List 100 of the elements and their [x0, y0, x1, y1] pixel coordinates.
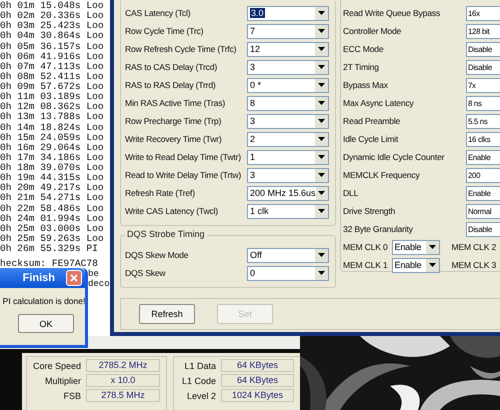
info-value: x 10.0 [86, 374, 160, 387]
caret-icon [318, 191, 326, 195]
setting-label: Row Refresh Cycle Time (Trfc) [125, 44, 238, 54]
caret-icon [318, 47, 325, 51]
setting-label: Refresh Rate (Tref) [125, 188, 196, 198]
info-value: 64 KBytes [221, 359, 294, 372]
setting-label: Row Cycle Time (Trc) [125, 26, 204, 36]
dropdown[interactable]: 0 [247, 266, 329, 280]
setting-label: Read Write Queue Bypass [343, 8, 441, 18]
dialog-message: PI calculation is done! [2, 296, 86, 306]
info-label: L1 Data [183, 360, 216, 370]
caret-icon [318, 101, 325, 105]
info-value: 1024 KBytes [221, 389, 294, 402]
dropdown[interactable]: 1 clk [247, 204, 329, 218]
console-line: hecksum: FE97AC78 [0, 259, 98, 270]
caret-icon [318, 137, 325, 141]
console-line: 0h 17m 34.186s Loo [0, 152, 104, 163]
console-line: 0h 04m 30.864s Loo [0, 31, 104, 42]
console-line: 0h 20m 49.217s Loo [0, 183, 104, 194]
setting-label: 32 Byte Granularity [343, 224, 414, 234]
caret-icon [318, 29, 325, 33]
console-line: 0h 11m 03.189s Loo [0, 92, 104, 102]
dropdown[interactable]: 200 MHz 15.6us [247, 186, 329, 200]
dropdown[interactable]: Off [247, 248, 329, 262]
caret-icon [318, 119, 325, 123]
console-line: 0h 12m 08.362s Loo [0, 102, 104, 112]
console-line: deco [88, 279, 110, 290]
setting-label: Read Preamble [343, 116, 402, 126]
dropdown[interactable]: Enable [392, 240, 440, 254]
setting-label: MEM CLK 0 [343, 242, 388, 252]
console-line: 0h 13m 13.788s Loo [0, 112, 104, 122]
setting-label: DLL [343, 188, 360, 198]
setting-label: Idle Cycle Limit [343, 134, 400, 144]
setting-label: MEM CLK 3 [452, 260, 496, 270]
info-value: 278.5 MHz [86, 389, 160, 402]
setting-label: CAS Latency (Tcl) [125, 8, 192, 18]
setting-label: RAS to RAS Delay (Trrd) [125, 80, 217, 90]
dropdown[interactable]: 3 [247, 168, 329, 182]
setting-label: Controller Mode [343, 26, 402, 36]
refresh-button[interactable]: Refresh [139, 304, 195, 324]
caret-icon [318, 83, 325, 87]
caret-icon [318, 271, 325, 275]
dropdown[interactable]: 0 * [247, 78, 329, 92]
caret-icon [318, 65, 325, 69]
console-line: 0h 14m 18.824s Loo [0, 122, 104, 133]
caret-icon [318, 209, 325, 213]
close-icon [70, 274, 78, 282]
setting-label: Bypass Max [343, 80, 389, 90]
console-line: 0h 19m 44.315s Loo [0, 173, 104, 184]
setting-label: Max Async Latency [343, 98, 415, 108]
info-label: FSB [62, 390, 81, 400]
console-line: 0h 18m 39.070s Loo [0, 163, 104, 173]
dropdown[interactable]: 1 [247, 150, 329, 164]
caret-icon [318, 253, 325, 257]
setting-label: MEM CLK 2 [452, 242, 496, 252]
setting-label: MEMCLK Frequency [343, 170, 421, 180]
info-value: 64 KBytes [221, 374, 294, 387]
caret-icon [428, 245, 436, 249]
dropdown[interactable]: Enable [392, 258, 440, 272]
setting-label: DQS Skew [125, 268, 166, 278]
console-line: 0h 21m 54.271s Loo [0, 193, 104, 204]
console-line: 0h 16m 29.064s Loo [0, 142, 104, 153]
dropdown[interactable]: 7 [247, 24, 329, 38]
console-line: 0h 15m 24.059s Loo [0, 132, 104, 143]
caret-icon [318, 155, 325, 159]
group-title: DQS Strobe Timing [125, 229, 207, 239]
close-button[interactable] [66, 270, 82, 286]
setting-label: 2T Timing [343, 62, 380, 72]
setting-label: DQS Skew Mode [125, 250, 190, 260]
setting-label: Write CAS Latency (Twcl) [125, 206, 219, 216]
console-line: 0h 06m 41.916s Loo [0, 52, 104, 62]
caret-icon [428, 263, 436, 267]
setting-label: RAS to CAS Delay (Trcd) [125, 62, 218, 72]
console-line: 0h 26m 55.329s PI [0, 244, 98, 254]
setting-label: Write Recovery Time (Twr) [125, 134, 223, 144]
console-line: 0h 22m 58.486s Loo [0, 204, 104, 214]
dropdown[interactable]: 3 [247, 114, 329, 128]
setting-label: Drive Strength [343, 206, 396, 216]
console-line: 0h 24m 01.994s Loo [0, 214, 104, 224]
console-line: 0h 25m 03.000s Loo [0, 224, 104, 234]
setting-label: ECC Mode [343, 44, 384, 54]
setting-label: Write to Read Delay Time (Twtr) [125, 152, 242, 162]
dropdown[interactable]: 8 [247, 96, 329, 110]
setting-label: Read to Write Delay Time (Trtw) [125, 170, 242, 180]
console-line: 0h 05m 36.157s Loo [0, 42, 104, 52]
setting-label: Min RAS Active Time (Tras) [125, 98, 226, 108]
console-line: be [88, 269, 99, 280]
caret-icon [318, 11, 325, 15]
dropdown[interactable]: 3 [247, 60, 329, 74]
dropdown[interactable]: 12 [247, 42, 329, 56]
info-label: Multiplier [44, 376, 81, 386]
console-line: 0h 09m 57.672s Loo [0, 82, 104, 92]
dropdown[interactable]: 2 [247, 132, 329, 146]
console-line: 0h 03m 25.423s Loo [0, 21, 104, 32]
info-label: Level 2 [186, 390, 216, 400]
dropdown[interactable]: 3.0 [247, 6, 329, 20]
info-value: 2785.2 MHz [86, 359, 160, 372]
console-line: 0h 25m 59.263s Loo [0, 234, 104, 244]
info-label: L1 Code [180, 376, 216, 386]
ok-button[interactable]: OK [18, 314, 74, 333]
